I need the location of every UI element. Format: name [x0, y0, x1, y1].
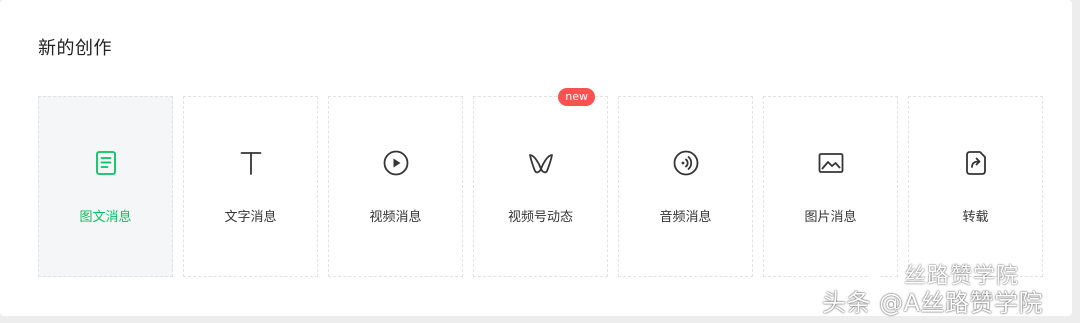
card-label: 转载 [962, 210, 989, 225]
card-label: 音频消息 [659, 210, 712, 225]
channels-icon [527, 149, 555, 177]
new-badge: new [558, 88, 595, 106]
article-icon [92, 149, 120, 177]
card-channels[interactable]: new 视频号动态 [473, 88, 608, 277]
creation-card-list: 图文消息 文字消息 视频消息 new 视频号动态 音频消息 图片消息 转载 [38, 88, 1043, 277]
card-image[interactable]: 图片消息 [763, 96, 898, 277]
card-video[interactable]: 视频消息 [328, 96, 463, 277]
image-icon [817, 149, 845, 177]
video-play-icon [382, 149, 410, 177]
card-label: 图文消息 [79, 210, 132, 225]
audio-icon [672, 149, 700, 177]
card-repost[interactable]: 转载 [908, 96, 1043, 277]
card-audio[interactable]: 音频消息 [618, 96, 753, 277]
repost-icon [962, 149, 990, 177]
section-title: 新的创作 [38, 38, 112, 59]
card-label: 文字消息 [224, 210, 277, 225]
card-label: 视频号动态 [507, 210, 573, 225]
card-text[interactable]: 文字消息 [183, 96, 318, 277]
card-article[interactable]: 图文消息 [38, 96, 173, 277]
text-icon [237, 149, 265, 177]
card-label: 视频消息 [369, 210, 422, 225]
watermark-source: 头条 @A丝路赞学院 [822, 289, 1044, 317]
card-label: 图片消息 [804, 210, 857, 225]
